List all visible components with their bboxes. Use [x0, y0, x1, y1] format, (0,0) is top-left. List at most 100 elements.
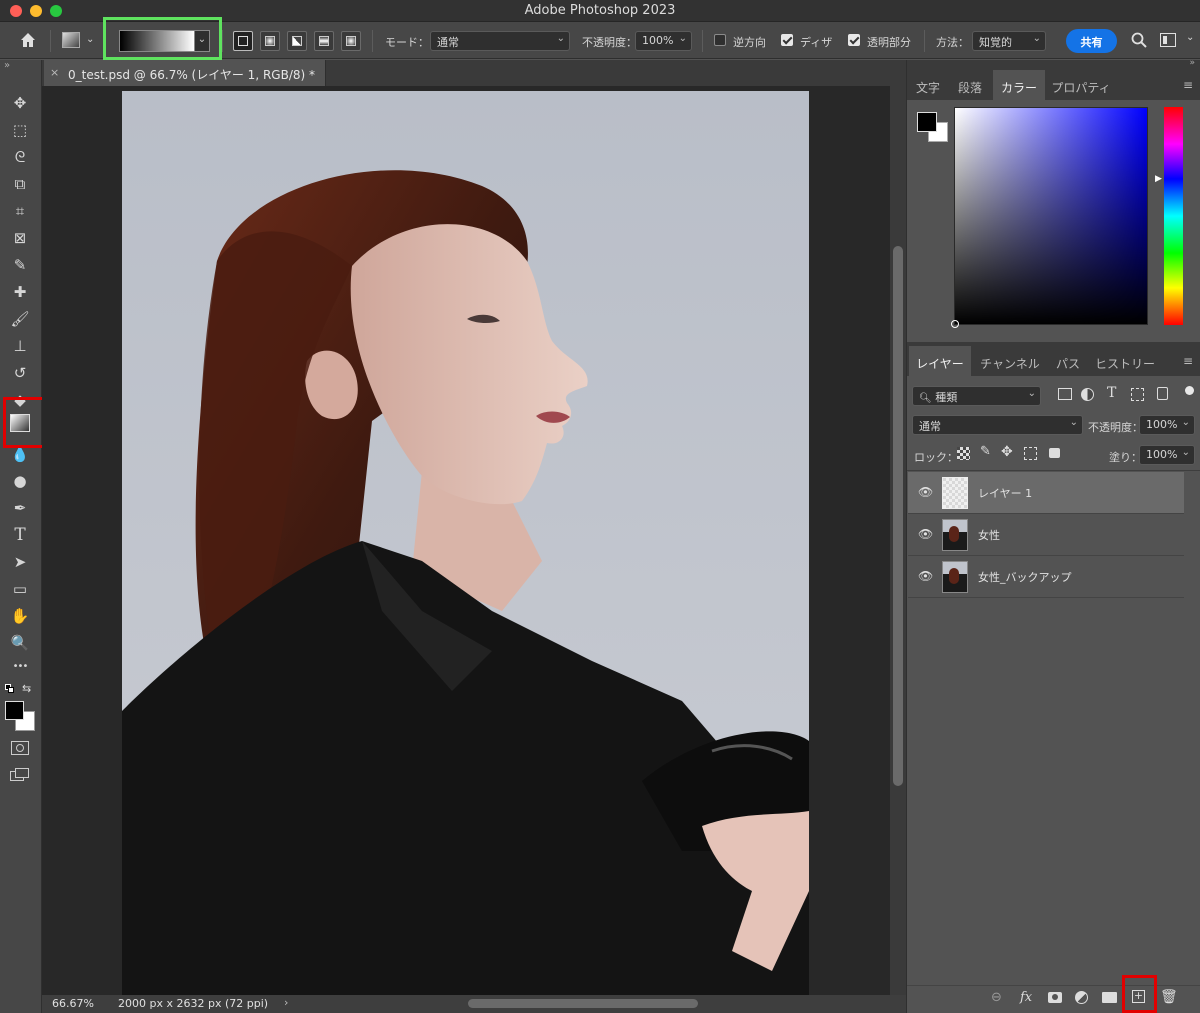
- portrait-photo: [122, 91, 809, 995]
- vertical-scrollbar-thumb[interactable]: [893, 246, 903, 786]
- filter-shape-icon[interactable]: [1131, 388, 1144, 401]
- marquee-tool-icon[interactable]: ⬚: [8, 119, 32, 141]
- chevron-down-icon: ⌄: [1032, 33, 1041, 44]
- lock-all-icon[interactable]: [1049, 448, 1060, 458]
- color-picker-field[interactable]: [951, 107, 1148, 328]
- status-menu-arrow[interactable]: ›: [284, 996, 288, 1009]
- opacity-label: 不透明度：: [582, 36, 637, 49]
- linear-gradient-button[interactable]: [233, 31, 253, 51]
- foreground-color-swatch[interactable]: [5, 701, 24, 720]
- more-tools-icon[interactable]: •••: [8, 656, 32, 678]
- move-tool-icon[interactable]: ✥: [8, 92, 32, 114]
- horizontal-scrollbar-thumb[interactable]: [468, 999, 698, 1008]
- layer-opacity-input[interactable]: 100% ⌄: [1139, 415, 1195, 435]
- collapse-toolbar-icon[interactable]: »: [4, 60, 10, 71]
- tab-properties[interactable]: プロパティ: [1049, 70, 1113, 100]
- reverse-checkbox[interactable]: [714, 34, 726, 46]
- eye-icon[interactable]: 👁︎: [918, 485, 933, 499]
- frame-tool-icon[interactable]: ⊠: [8, 227, 32, 249]
- trash-icon[interactable]: 🗑︎: [1160, 989, 1178, 1005]
- panel-menu-icon[interactable]: ≡: [1183, 78, 1193, 92]
- gradient-tool-preset-icon[interactable]: [62, 32, 80, 48]
- lock-artboard-icon[interactable]: [1024, 447, 1037, 460]
- pen-tool-icon[interactable]: ✒: [8, 497, 32, 519]
- tab-character[interactable]: 文字: [909, 70, 947, 100]
- brush-tool-icon[interactable]: 🖌: [8, 308, 32, 330]
- filter-smart-object-icon[interactable]: [1157, 387, 1168, 400]
- angle-gradient-button[interactable]: [287, 31, 307, 51]
- new-layer-icon[interactable]: +: [1132, 990, 1145, 1003]
- color-panel-foreground-swatch[interactable]: [917, 112, 937, 132]
- zoom-level[interactable]: 66.67%: [52, 997, 94, 1010]
- dither-checkbox[interactable]: [781, 34, 793, 46]
- hue-slider[interactable]: [1164, 107, 1183, 325]
- default-colors-icon[interactable]: [5, 684, 15, 694]
- workspace-icon[interactable]: [1160, 33, 1176, 47]
- zoom-tool-icon[interactable]: 🔍: [8, 632, 32, 654]
- layer-filter-select[interactable]: 🔍︎ 種類 ⌄: [912, 386, 1041, 406]
- diamond-gradient-button[interactable]: [341, 31, 361, 51]
- opacity-input[interactable]: 100% ⌄: [635, 31, 692, 51]
- swap-colors-icon[interactable]: ⇆: [22, 682, 31, 695]
- document-tab[interactable]: × 0_test.psd @ 66.7% (レイヤー 1, RGB/8) *: [44, 60, 326, 86]
- home-icon[interactable]: [18, 30, 38, 50]
- layer-row-layer1[interactable]: 👁︎ レイヤー 1: [908, 472, 1184, 514]
- screen-mode-icon[interactable]: [10, 768, 30, 782]
- crop-tool-icon[interactable]: ⌗: [8, 200, 32, 222]
- tab-history[interactable]: ヒストリー: [1091, 346, 1159, 376]
- tab-paragraph[interactable]: 段落: [951, 70, 989, 100]
- lock-pixels-icon[interactable]: ✎: [980, 444, 991, 459]
- reflected-gradient-button[interactable]: [314, 31, 334, 51]
- tab-channels[interactable]: チャンネル: [975, 346, 1045, 376]
- tab-paths[interactable]: パス: [1051, 346, 1085, 376]
- path-select-tool-icon[interactable]: ➤: [8, 551, 32, 573]
- method-select[interactable]: 知覚的 ⌄: [972, 31, 1046, 51]
- gradient-picker[interactable]: [119, 30, 195, 52]
- vertical-scrollbar[interactable]: [890, 86, 906, 995]
- lock-transparency-icon[interactable]: [957, 447, 970, 460]
- healing-tool-icon[interactable]: ✚: [8, 281, 32, 303]
- layer-row-woman[interactable]: 👁︎ 女性: [908, 514, 1184, 556]
- eyedropper-tool-icon[interactable]: ✎: [8, 254, 32, 276]
- type-tool-icon[interactable]: T: [8, 524, 32, 546]
- history-brush-tool-icon[interactable]: ↺: [8, 362, 32, 384]
- hand-tool-icon[interactable]: ✋: [8, 605, 32, 627]
- quick-mask-icon[interactable]: [11, 741, 29, 755]
- transparency-checkbox[interactable]: [848, 34, 860, 46]
- lock-position-icon[interactable]: ✥: [1001, 444, 1013, 460]
- eye-icon[interactable]: 👁︎: [918, 527, 933, 541]
- fill-input[interactable]: 100% ⌄: [1139, 445, 1195, 465]
- link-icon[interactable]: ⊖: [991, 990, 1002, 1005]
- search-icon[interactable]: [1130, 31, 1148, 49]
- chevron-down-icon[interactable]: ⌄: [86, 34, 94, 45]
- stamp-tool-icon[interactable]: ⊥: [8, 335, 32, 357]
- filter-pixel-icon[interactable]: [1058, 388, 1072, 400]
- chevron-down-icon[interactable]: ⌄: [1186, 32, 1194, 43]
- close-tab-icon[interactable]: ×: [50, 66, 59, 79]
- radial-gradient-button[interactable]: [260, 31, 280, 51]
- blend-mode-select[interactable]: 通常 ⌄: [912, 415, 1083, 435]
- opacity-value: 100%: [642, 34, 674, 47]
- layer-row-woman-backup[interactable]: 👁︎ 女性_バックアップ: [908, 556, 1184, 598]
- gradient-picker-dropdown[interactable]: ⌄: [194, 30, 210, 52]
- rectangle-tool-icon[interactable]: ▭: [8, 578, 32, 600]
- mode-select[interactable]: 通常 ⌄: [430, 31, 570, 51]
- hue-slider-handle[interactable]: ▶: [1155, 174, 1162, 184]
- lasso-tool-icon[interactable]: ᘓ: [8, 146, 32, 168]
- object-select-tool-icon[interactable]: ⧉: [8, 173, 32, 195]
- share-button[interactable]: 共有: [1066, 29, 1117, 53]
- filter-adjustment-icon[interactable]: [1081, 388, 1094, 401]
- folder-icon[interactable]: [1102, 992, 1117, 1003]
- tab-color[interactable]: カラー: [993, 70, 1045, 100]
- adjustment-icon[interactable]: [1075, 991, 1088, 1004]
- eye-icon[interactable]: 👁︎: [918, 569, 933, 583]
- filter-type-icon[interactable]: T: [1107, 385, 1116, 401]
- canvas-document[interactable]: [122, 91, 809, 995]
- layers-panel-menu-icon[interactable]: ≡: [1183, 354, 1193, 368]
- gradient-tool-icon[interactable]: [10, 414, 30, 432]
- tab-layers[interactable]: レイヤー: [909, 346, 971, 376]
- mask-icon[interactable]: [1048, 992, 1062, 1003]
- filter-toggle-switch[interactable]: [1185, 386, 1194, 395]
- fx-icon[interactable]: fx: [1020, 990, 1032, 1005]
- dodge-tool-icon[interactable]: ●: [8, 470, 32, 492]
